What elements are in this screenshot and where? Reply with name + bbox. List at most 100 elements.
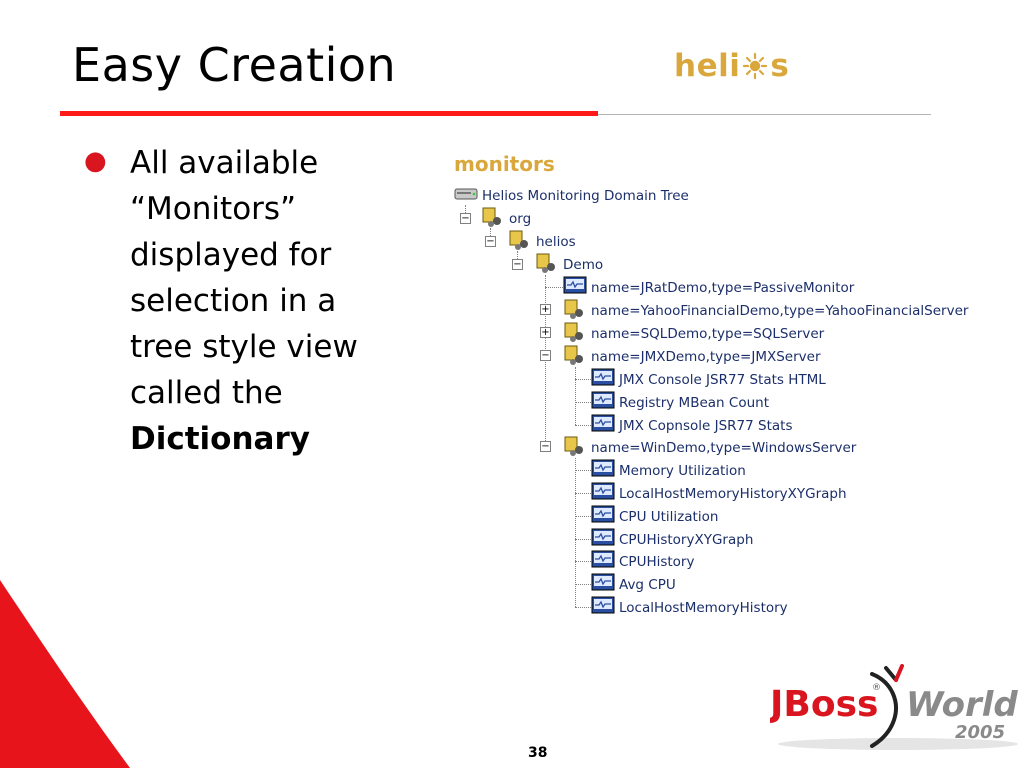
monitor-icon	[591, 459, 615, 483]
sun-icon	[741, 50, 769, 82]
tree-node-yahoo[interactable]: name=YahooFinancialDemo,type=YahooFinanc…	[563, 299, 969, 322]
tree-node-jmx[interactable]: name=JMXDemo,type=JMXServer	[563, 344, 821, 370]
tree-connector	[545, 275, 546, 447]
bullet-line: displayed for	[130, 237, 332, 273]
jboss-world-logo: JBoss ® World 2005	[770, 664, 1018, 750]
tree-connector	[575, 470, 591, 471]
tree-node-jmx-child[interactable]: Registry MBean Count	[591, 391, 769, 415]
tree-node-label: helios	[536, 234, 576, 250]
tree-node-win-child[interactable]: CPUHistory	[591, 550, 695, 574]
expand-icon[interactable]: +	[540, 304, 551, 315]
bullet-line: selection in a	[130, 283, 337, 319]
bullet-text: All available “Monitors” displayed for s…	[130, 140, 430, 462]
tree-node-win-child[interactable]: CPUHistoryXYGraph	[591, 528, 754, 552]
tree-connector	[575, 379, 591, 380]
slide-title: Easy Creation	[72, 38, 397, 92]
bullet-line: All available	[130, 145, 319, 181]
monitor-icon	[591, 573, 615, 597]
monitor-icon	[591, 596, 615, 620]
tree-node-win-child[interactable]: Avg CPU	[591, 573, 676, 597]
monitor-icon	[591, 368, 615, 392]
tree-node-jmx-child[interactable]: JMX Copnsole JSR77 Stats	[591, 414, 793, 438]
tree-node-demo[interactable]: Demo	[535, 252, 604, 278]
helios-logo-text-right: s	[770, 48, 790, 84]
tree-node-win-child[interactable]: CPU Utilization	[591, 505, 719, 529]
helios-logo-text-left: heli	[674, 48, 741, 84]
jboss-brand: JBoss	[770, 684, 878, 725]
helios-logo: heli s	[674, 48, 789, 84]
collapse-icon[interactable]: −	[485, 236, 496, 247]
server-icon	[454, 187, 478, 205]
tree-node-label: name=YahooFinancialDemo,type=YahooFinanc…	[591, 303, 969, 319]
tree-node-label: LocalHostMemoryHistory	[619, 600, 788, 616]
tree-node-win[interactable]: name=WinDemo,type=WindowsServer	[563, 435, 857, 461]
tree-node-org[interactable]: org	[481, 206, 532, 232]
tree-node-label: Helios Monitoring Domain Tree	[482, 188, 689, 204]
collapse-icon[interactable]: −	[540, 350, 551, 361]
tree-node-label: org	[509, 211, 532, 227]
tree-node-label: CPUHistoryXYGraph	[619, 532, 754, 548]
collapse-icon[interactable]: −	[460, 213, 471, 224]
dictionary-tree[interactable]: − − − + + − − Helios Monitoring Domain T…	[454, 183, 1014, 623]
jboss-year: 2005	[955, 722, 1005, 743]
tree-node-jmx-child[interactable]: JMX Console JSR77 Stats HTML	[591, 368, 826, 392]
corner-swoosh-decoration	[0, 580, 130, 768]
tree-node-label: Demo	[563, 257, 604, 273]
tree-node-label: name=JMXDemo,type=JMXServer	[591, 349, 821, 365]
tree-connector	[575, 584, 591, 585]
tree-connector	[575, 493, 591, 494]
slide-number: 38	[528, 745, 548, 761]
monitor-icon	[563, 276, 587, 300]
tree-node-root[interactable]: Helios Monitoring Domain Tree	[454, 185, 689, 207]
tree-connector	[575, 607, 591, 608]
domain-icon	[563, 344, 587, 370]
bullet-bold-word: Dictionary	[130, 421, 310, 457]
bullet-line: called the	[130, 375, 283, 411]
tree-node-label: name=JRatDemo,type=PassiveMonitor	[591, 280, 855, 296]
bullet-dot: ●	[84, 146, 107, 176]
tree-node-jrat[interactable]: name=JRatDemo,type=PassiveMonitor	[563, 276, 855, 300]
tree-connector	[545, 287, 563, 288]
tree-node-label: Memory Utilization	[619, 463, 746, 479]
jboss-world: World	[906, 685, 1018, 725]
tree-node-label: JMX Copnsole JSR77 Stats	[619, 418, 793, 434]
domain-icon	[481, 206, 505, 232]
domain-icon	[535, 252, 559, 278]
tree-node-label: CPUHistory	[619, 554, 695, 570]
tree-connector	[575, 516, 591, 517]
title-rule-red	[60, 111, 598, 116]
expand-icon[interactable]: +	[540, 327, 551, 338]
jboss-registered: ®	[872, 683, 881, 693]
tree-node-label: name=SQLDemo,type=SQLServer	[591, 326, 825, 342]
monitors-heading: monitors	[454, 152, 555, 176]
tree-node-label: Avg CPU	[619, 577, 676, 593]
title-rule-grey	[598, 114, 931, 115]
monitor-icon	[591, 414, 615, 438]
tree-connector	[575, 367, 576, 425]
collapse-icon[interactable]: −	[540, 441, 551, 452]
tree-node-label: name=WinDemo,type=WindowsServer	[591, 440, 857, 456]
tree-node-win-child[interactable]: Memory Utilization	[591, 459, 746, 483]
tree-node-helios[interactable]: helios	[508, 229, 576, 255]
bullet-line: “Monitors”	[130, 191, 297, 227]
collapse-icon[interactable]: −	[512, 259, 523, 270]
monitor-icon	[591, 391, 615, 415]
tree-node-label: CPU Utilization	[619, 509, 719, 525]
tree-connector	[575, 539, 591, 540]
tree-connector	[575, 425, 591, 426]
monitor-icon	[591, 482, 615, 506]
monitor-icon	[591, 528, 615, 552]
tree-node-sql[interactable]: name=SQLDemo,type=SQLServer	[563, 322, 825, 345]
domain-icon	[508, 229, 532, 255]
tree-node-label: LocalHostMemoryHistoryXYGraph	[619, 486, 847, 502]
bullet-line: tree style view	[130, 329, 358, 365]
tree-connector	[575, 561, 591, 562]
domain-icon	[563, 435, 587, 461]
tree-connector	[575, 402, 591, 403]
tree-node-label: JMX Console JSR77 Stats HTML	[619, 372, 826, 388]
tree-node-win-child[interactable]: LocalHostMemoryHistoryXYGraph	[591, 482, 847, 506]
tree-node-label: Registry MBean Count	[619, 395, 769, 411]
monitor-icon	[591, 505, 615, 529]
tree-node-win-child[interactable]: LocalHostMemoryHistory	[591, 596, 788, 620]
monitor-icon	[591, 550, 615, 574]
